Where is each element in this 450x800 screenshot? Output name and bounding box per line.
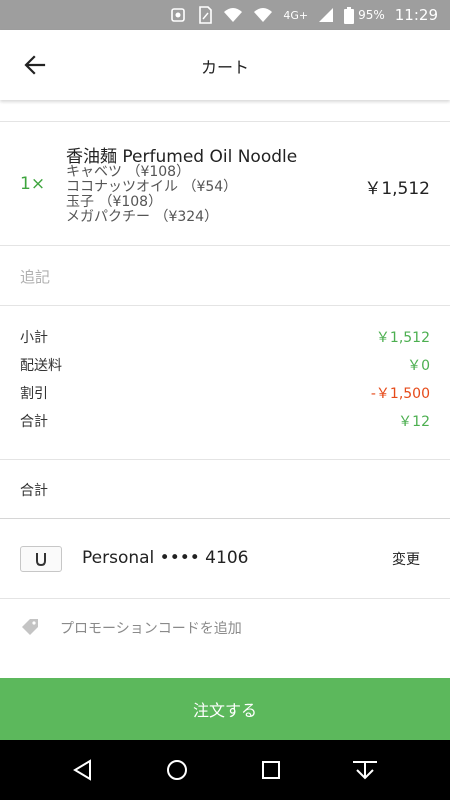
nav-recents-button[interactable]	[256, 755, 286, 785]
total-section-label: 合計	[20, 483, 48, 499]
total-row: 合計 ￥12	[20, 411, 430, 431]
divider	[0, 245, 450, 246]
divider	[0, 518, 450, 519]
place-order-button[interactable]: 注文する	[0, 678, 450, 740]
delivery-fee-value: ￥0	[407, 358, 430, 374]
memo-input[interactable]: 追記	[20, 266, 50, 287]
item-option: 玉子 （¥108）	[66, 194, 163, 210]
discount-label: 割引	[20, 386, 48, 402]
page-title: カート	[200, 58, 249, 77]
network-type: 4G+	[283, 8, 309, 22]
sim-icon	[197, 6, 213, 24]
battery-percent: 95%	[358, 8, 385, 22]
payment-label: Personal •••• 4106	[82, 548, 249, 568]
subtotal-label: 小計	[20, 330, 48, 346]
download-arrow-icon	[353, 761, 377, 780]
total-label: 合計	[20, 414, 48, 430]
system-nav-bar	[0, 740, 450, 800]
add-promo-code[interactable]: プロモーションコードを追加	[0, 599, 450, 659]
status-bar: 4G+ 95% 11:29	[0, 0, 450, 30]
change-payment-button[interactable]: 変更	[392, 549, 420, 569]
signal-icon	[318, 7, 334, 23]
total-value: ￥12	[398, 414, 430, 430]
delivery-fee-label: 配送料	[20, 358, 62, 374]
item-quantity[interactable]: 1×	[20, 174, 45, 194]
clock: 11:29	[394, 6, 438, 24]
payment-logo-icon	[20, 546, 62, 572]
wifi-hotspot-icon	[223, 7, 243, 23]
promo-label: プロモーションコードを追加	[60, 621, 242, 637]
subtotal-value: ￥1,512	[375, 330, 430, 346]
item-option: メガパクチー （¥324）	[66, 209, 219, 225]
payment-method-row[interactable]: Personal •••• 4106 変更	[0, 520, 450, 598]
circle-home-icon	[167, 760, 187, 780]
subtotal-row: 小計 ￥1,512	[20, 327, 430, 347]
app-header: カート	[0, 30, 450, 100]
divider	[0, 305, 450, 306]
item-option: ココナッツオイル （¥54）	[66, 179, 238, 195]
divider	[0, 459, 450, 460]
wifi-icon	[253, 7, 273, 23]
tag-icon	[20, 617, 40, 641]
discount-row: 割引 -￥1,500	[20, 383, 430, 403]
nav-hide-keyboard-button[interactable]	[350, 755, 380, 785]
discount-value: -￥1,500	[370, 386, 430, 402]
square-recents-icon	[262, 761, 280, 779]
nav-home-button[interactable]	[162, 755, 192, 785]
triangle-back-icon	[73, 759, 91, 781]
delivery-fee-row: 配送料 ￥0	[20, 355, 430, 375]
nav-back-button[interactable]	[68, 755, 98, 785]
item-option: キャベツ （¥108）	[66, 164, 191, 180]
item-price: ￥1,512	[364, 179, 430, 199]
notification-icon	[169, 6, 187, 24]
cart-item[interactable]: 1× 香油麺 Perfumed Oil Noodle キャベツ （¥108） コ…	[0, 122, 450, 245]
battery-icon	[344, 6, 355, 24]
